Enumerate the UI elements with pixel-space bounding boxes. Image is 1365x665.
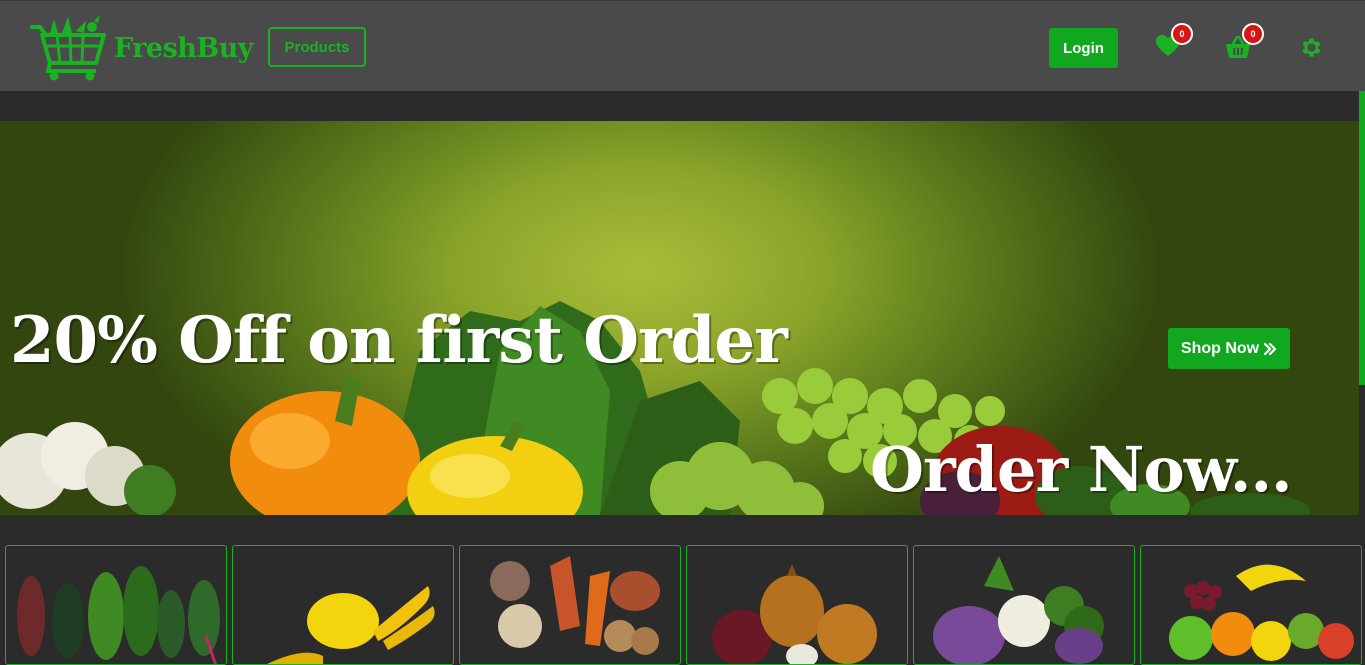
hero-title: 20% Off on first Order <box>10 303 788 378</box>
mixed-fruits-image <box>1169 564 1354 661</box>
scroll-progress-bar <box>1359 91 1365 385</box>
brand-logo[interactable]: FreshBuy <box>30 15 254 81</box>
shop-now-button[interactable]: Shop Now <box>1168 328 1290 369</box>
brand-name: FreshBuy <box>114 32 254 64</box>
category-card-fruits[interactable] <box>1140 545 1362 665</box>
onions-garlic-image <box>712 564 877 664</box>
gear-icon <box>1302 38 1321 57</box>
category-cards <box>5 545 1365 665</box>
double-chevron-right-icon <box>1264 342 1277 355</box>
category-card-yellow-vegetables[interactable] <box>232 545 454 665</box>
category-card-onions[interactable] <box>686 545 908 665</box>
wishlist-count-badge: 0 <box>1171 23 1193 45</box>
root-vegetables-image <box>490 556 660 655</box>
hero-banner: 20% Off on first Order Order Now... Shop… <box>0 121 1359 515</box>
category-card-root-vegetables[interactable] <box>459 545 681 665</box>
cart-count-badge: 0 <box>1242 23 1264 45</box>
hero-subtitle: Order Now... <box>870 433 1293 506</box>
shopping-cart-icon <box>30 15 106 81</box>
kohlrabi-cauliflower-broccoli-image <box>933 556 1104 664</box>
login-button[interactable]: Login <box>1049 28 1118 68</box>
leafy-greens-image <box>17 566 220 664</box>
products-button[interactable]: Products <box>268 27 366 67</box>
yellow-squash-bananas-image <box>267 586 435 664</box>
sub-navbar <box>0 91 1365 121</box>
shop-now-label: Shop Now <box>1180 339 1260 357</box>
cart-button[interactable]: 0 <box>1225 23 1264 64</box>
category-card-leafy-greens[interactable] <box>5 545 227 665</box>
wishlist-button[interactable]: 0 <box>1155 23 1193 63</box>
category-card-cruciferous[interactable] <box>913 545 1135 665</box>
navbar: FreshBuy Products Login 0 0 <box>0 0 1365 91</box>
settings-button[interactable] <box>1299 35 1324 65</box>
